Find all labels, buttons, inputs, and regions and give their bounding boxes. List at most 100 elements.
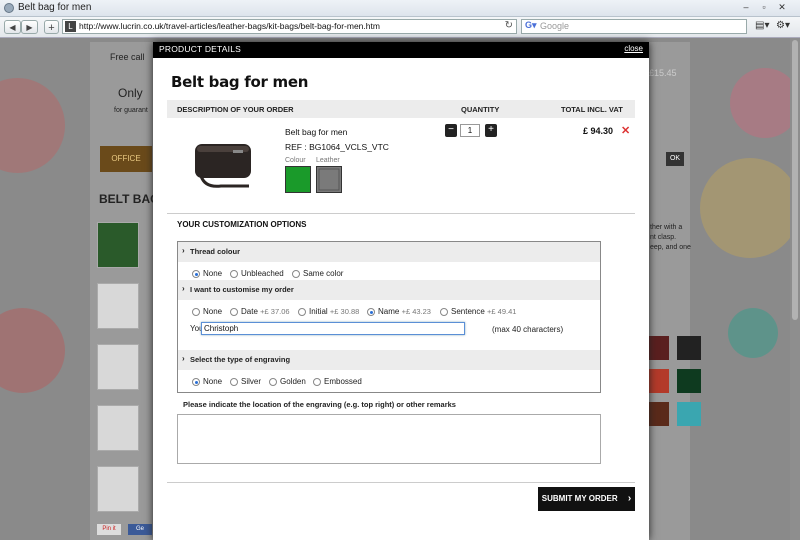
- bg-desc-text: eep, and one: [650, 244, 691, 251]
- customise-section-header[interactable]: › I want to customise my order: [178, 280, 600, 300]
- customise-option-label: Date +£ 37.06: [241, 307, 290, 316]
- customise-initial-radio[interactable]: [298, 308, 306, 316]
- quantity-input[interactable]: 1: [460, 124, 480, 137]
- modal-header: PRODUCT DETAILS close: [153, 42, 649, 58]
- thread-same-color-radio[interactable]: [292, 270, 300, 278]
- bg-price-text: £15.45: [649, 68, 677, 78]
- bg-ok-button[interactable]: OK: [666, 152, 684, 166]
- chevron-right-icon: ›: [182, 246, 185, 255]
- office-menu[interactable]: OFFICE: [100, 146, 152, 172]
- customise-none-radio[interactable]: [192, 308, 200, 316]
- address-url: http://www.lucrin.co.uk/travel-articles/…: [79, 21, 380, 31]
- close-window-icon[interactable]: ✕: [776, 2, 788, 13]
- only-text: Only: [118, 86, 143, 100]
- modal-header-title: PRODUCT DETAILS: [159, 44, 242, 54]
- thread-colour-heading: Thread colour: [190, 247, 241, 256]
- engraving-heading: Select the type of engraving: [190, 355, 291, 364]
- chevron-right-icon: ›: [182, 284, 185, 293]
- bg-thumb[interactable]: [97, 405, 139, 451]
- bg-thumb[interactable]: [97, 222, 139, 268]
- colour-swatch[interactable]: [285, 166, 311, 193]
- back-button[interactable]: ◀: [4, 20, 21, 34]
- customise-option-label: Name +£ 43.23: [378, 307, 431, 316]
- bg-desc-text: ther with a: [650, 224, 683, 231]
- thread-unbleached-radio[interactable]: [230, 270, 238, 278]
- submit-order-button[interactable]: SUBMIT MY ORDER ›: [538, 487, 635, 511]
- product-details-modal: PRODUCT DETAILS close Belt bag for men D…: [153, 42, 649, 540]
- thread-none-radio[interactable]: [192, 270, 200, 278]
- colour-label: Colour: [285, 157, 306, 164]
- bg-heading: BELT BAG: [99, 192, 160, 206]
- chevron-right-icon: ›: [182, 354, 185, 363]
- thread-option-label: Unbleached: [241, 269, 284, 278]
- address-bar[interactable]: L http://www.lucrin.co.uk/travel-article…: [62, 19, 517, 34]
- customise-heading: I want to customise my order: [190, 285, 294, 294]
- page-scrollbar[interactable]: [790, 38, 800, 540]
- quantity-column-header: QUANTITY: [461, 105, 500, 114]
- engraving-option-label: Embossed: [324, 377, 362, 386]
- tools-menu-icon[interactable]: ⚙▾: [776, 20, 790, 31]
- bg-swatch[interactable]: [677, 336, 701, 360]
- bg-swatch[interactable]: [677, 369, 701, 393]
- product-image: [195, 144, 251, 188]
- total-price: £ 94.30: [583, 126, 614, 136]
- quantity-increase-button[interactable]: +: [485, 124, 497, 137]
- quantity-decrease-button[interactable]: −: [445, 124, 457, 137]
- new-tab-button[interactable]: +: [44, 20, 59, 34]
- thread-option-label: None: [203, 269, 223, 278]
- custom-text-input[interactable]: Christoph: [201, 322, 465, 335]
- page-menu-icon[interactable]: ▤▾: [755, 20, 769, 31]
- customise-name-radio[interactable]: [367, 308, 375, 316]
- customization-title: YOUR CUSTOMIZATION OPTIONS: [177, 220, 307, 229]
- bg-desc-text: nt clasp.: [650, 234, 677, 241]
- search-engine-icon[interactable]: G▾: [525, 20, 537, 31]
- window-titlebar: Belt bag for men – ▫ ✕: [0, 0, 800, 17]
- customise-option-label: Initial +£ 30.88: [309, 307, 360, 316]
- close-link[interactable]: close: [624, 44, 643, 53]
- product-ref: REF : BG1064_VCLS_VTC: [285, 142, 389, 152]
- thread-colour-section-header[interactable]: › Thread colour: [178, 242, 600, 262]
- order-table-header: DESCRIPTION OF YOUR ORDER QUANTITY TOTAL…: [167, 100, 635, 118]
- engraving-embossed-radio[interactable]: [313, 378, 321, 386]
- free-call-text: Free call: [110, 52, 145, 62]
- engraving-option-label: Silver: [241, 377, 262, 386]
- engraving-section-header[interactable]: › Select the type of engraving: [178, 350, 600, 370]
- chevron-right-icon: ›: [627, 493, 632, 504]
- maximize-icon[interactable]: ▫: [758, 2, 770, 13]
- engraving-silver-radio[interactable]: [230, 378, 238, 386]
- bg-thumb[interactable]: [97, 283, 139, 329]
- facebook-button[interactable]: Ge: [128, 524, 152, 535]
- forward-button[interactable]: ▶: [21, 20, 38, 34]
- site-identity-icon[interactable]: L: [65, 21, 76, 32]
- remarks-textarea[interactable]: [177, 414, 601, 464]
- customise-option-label: Sentence +£ 49.41: [451, 307, 517, 316]
- customization-panel[interactable]: › Thread colour None Unbleached Same col…: [177, 241, 601, 393]
- bg-swatch[interactable]: [677, 402, 701, 426]
- bg-thumb[interactable]: [97, 344, 139, 390]
- remarks-label: Please indicate the location of the engr…: [183, 400, 456, 409]
- engraving-none-radio[interactable]: [192, 378, 200, 386]
- reload-icon[interactable]: ↻: [505, 20, 513, 31]
- site-favicon-icon: [4, 3, 14, 13]
- search-placeholder: Google: [540, 21, 570, 31]
- divider: [167, 213, 635, 214]
- max-characters-note: (max 40 characters): [492, 325, 564, 334]
- customise-option-label: None: [203, 307, 223, 316]
- scrollbar-thumb[interactable]: [792, 40, 798, 320]
- engraving-option-label: Golden: [280, 377, 306, 386]
- guarantee-text: for guarant: [114, 107, 148, 114]
- window-title: Belt bag for men: [18, 2, 92, 13]
- remove-item-icon[interactable]: ✕: [621, 124, 630, 137]
- bg-thumb[interactable]: [97, 466, 139, 512]
- leather-swatch[interactable]: [316, 166, 342, 193]
- customise-sentence-radio[interactable]: [440, 308, 448, 316]
- product-title: Belt bag for men: [171, 73, 309, 91]
- product-name: Belt bag for men: [285, 127, 348, 137]
- pinterest-button[interactable]: Pin it: [97, 524, 121, 535]
- minimize-icon[interactable]: –: [740, 2, 752, 13]
- engraving-golden-radio[interactable]: [269, 378, 277, 386]
- engraving-option-label: None: [203, 377, 223, 386]
- search-input[interactable]: G▾ Google: [521, 19, 747, 34]
- navigation-bar: ◀ ▶ + L http://www.lucrin.co.uk/travel-a…: [0, 17, 800, 38]
- customise-date-radio[interactable]: [230, 308, 238, 316]
